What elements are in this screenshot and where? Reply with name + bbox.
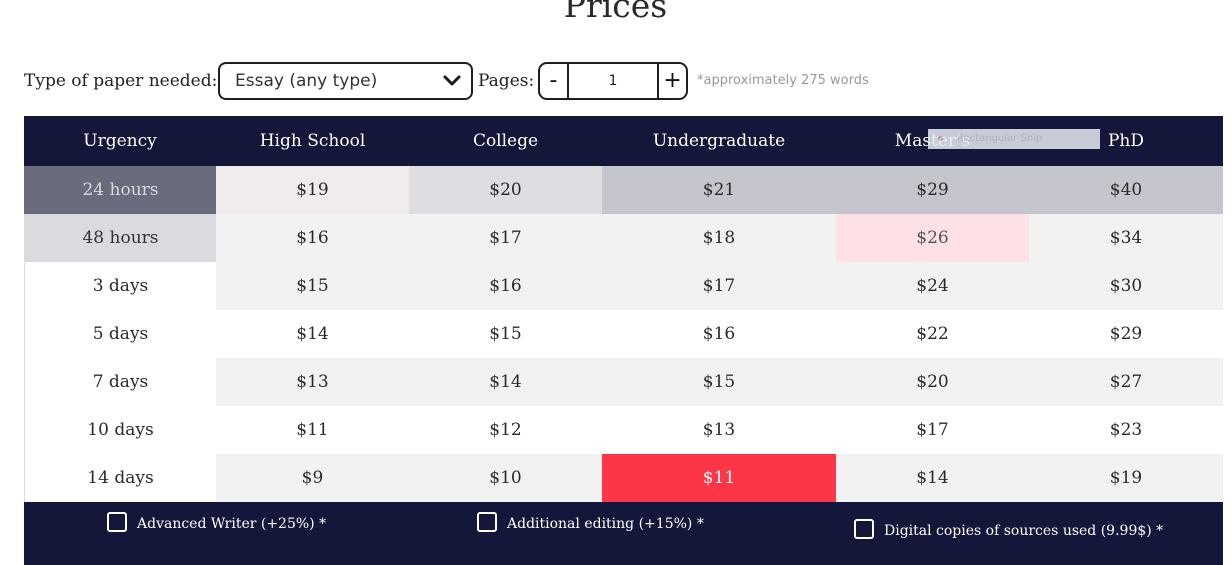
addon-digital-copies[interactable]: Digital copies of sources used (9.99$) * bbox=[854, 519, 1164, 542]
addons-bar: Advanced Writer (+25%) * Additional edit… bbox=[24, 502, 1223, 565]
price-cell[interactable]: $24 bbox=[836, 262, 1029, 310]
paper-type-label: Type of paper needed: bbox=[24, 71, 218, 91]
price-cell[interactable]: $11 bbox=[216, 406, 409, 454]
table-row: 14 days $9 $10 $11 $14 $19 bbox=[24, 454, 1223, 502]
header-undergraduate: Undergraduate bbox=[652, 131, 786, 151]
table-row: 5 days $14 $15 $16 $22 $29 bbox=[24, 310, 1223, 358]
price-cell[interactable]: $21 bbox=[602, 166, 836, 214]
addon-label: Advanced Writer (+25%) * bbox=[137, 516, 327, 532]
price-cell[interactable]: $9 bbox=[216, 454, 409, 502]
header-high-school: High School bbox=[259, 131, 366, 151]
checkbox-icon[interactable] bbox=[107, 512, 127, 532]
pages-label: Pages: bbox=[478, 71, 535, 91]
price-cell[interactable]: $23 bbox=[1029, 406, 1223, 454]
price-cell[interactable]: $16 bbox=[602, 310, 836, 358]
pages-input[interactable]: 1 bbox=[569, 64, 657, 98]
snip-label: Rectangular Snip bbox=[957, 133, 1043, 144]
price-cell[interactable]: $13 bbox=[216, 358, 409, 406]
price-cell[interactable]: $15 bbox=[216, 262, 409, 310]
price-cell[interactable]: $17 bbox=[602, 262, 836, 310]
pages-increment-button[interactable]: + bbox=[657, 64, 686, 98]
paper-type-select[interactable]: Essay (any type) bbox=[218, 62, 473, 100]
table-row: 7 days $13 $14 $15 $20 $27 bbox=[24, 358, 1223, 406]
price-cell[interactable]: $29 bbox=[836, 166, 1029, 214]
addon-label: Digital copies of sources used (9.99$) * bbox=[884, 523, 1164, 539]
price-cell[interactable]: $34 bbox=[1029, 214, 1223, 262]
price-cell[interactable]: $18 bbox=[602, 214, 836, 262]
price-cell[interactable]: $16 bbox=[216, 214, 409, 262]
price-cell[interactable]: $13 bbox=[602, 406, 836, 454]
paper-type-value: Essay (any type) bbox=[235, 71, 378, 91]
price-cell[interactable]: $17 bbox=[409, 214, 602, 262]
price-cell[interactable]: $19 bbox=[216, 166, 409, 214]
urgency-cell[interactable]: 7 days bbox=[24, 358, 216, 406]
price-cell[interactable]: $15 bbox=[602, 358, 836, 406]
price-cell[interactable]: $16 bbox=[409, 262, 602, 310]
pages-stepper: - 1 + bbox=[538, 62, 688, 100]
pages-decrement-button[interactable]: - bbox=[540, 64, 569, 98]
price-cell[interactable]: $20 bbox=[836, 358, 1029, 406]
table-row: 48 hours $16 $17 $18 $26 $34 bbox=[24, 214, 1223, 262]
price-cell[interactable]: $14 bbox=[409, 358, 602, 406]
price-cell[interactable]: $14 bbox=[836, 454, 1029, 502]
price-cell[interactable]: $20 bbox=[409, 166, 602, 214]
header-college: College bbox=[472, 131, 539, 151]
price-cell[interactable]: $15 bbox=[409, 310, 602, 358]
urgency-cell[interactable]: 24 hours bbox=[24, 166, 216, 214]
urgency-cell[interactable]: 5 days bbox=[24, 310, 216, 358]
price-cell[interactable]: $27 bbox=[1029, 358, 1223, 406]
price-cell[interactable]: $40 bbox=[1029, 166, 1223, 214]
urgency-cell[interactable]: 10 days bbox=[24, 406, 216, 454]
urgency-cell[interactable]: 14 days bbox=[24, 454, 216, 502]
price-cell[interactable]: $12 bbox=[409, 406, 602, 454]
words-note: *approximately 275 words bbox=[697, 73, 869, 88]
price-cell[interactable]: $17 bbox=[836, 406, 1029, 454]
addon-additional-editing[interactable]: Additional editing (+15%) * bbox=[477, 512, 704, 535]
price-cell[interactable]: $10 bbox=[409, 454, 602, 502]
page-title: Prices bbox=[563, 0, 668, 25]
urgency-cell[interactable]: 3 days bbox=[24, 262, 216, 310]
header-urgency: Urgency bbox=[83, 131, 157, 151]
addon-label: Additional editing (+15%) * bbox=[507, 516, 704, 532]
price-cell[interactable]: $14 bbox=[216, 310, 409, 358]
snipping-tool-tooltip: Rectangular Snip bbox=[928, 129, 1100, 149]
table-row: 3 days $15 $16 $17 $24 $30 bbox=[24, 262, 1223, 310]
snip-dot-icon bbox=[938, 135, 943, 141]
price-cell-selected[interactable]: $11 bbox=[602, 454, 836, 502]
addon-advanced-writer[interactable]: Advanced Writer (+25%) * bbox=[107, 512, 327, 535]
urgency-cell[interactable]: 48 hours bbox=[24, 214, 216, 262]
price-cell[interactable]: $30 bbox=[1029, 262, 1223, 310]
table-row: 10 days $11 $12 $13 $17 $23 bbox=[24, 406, 1223, 454]
price-cell[interactable]: $22 bbox=[836, 310, 1029, 358]
price-table: Urgency High School College Undergraduat… bbox=[24, 116, 1223, 502]
checkbox-icon[interactable] bbox=[477, 512, 497, 532]
table-row: 24 hours $19 $20 $21 $29 $40 bbox=[24, 166, 1223, 214]
price-cell-hovered[interactable]: $26 bbox=[836, 214, 1029, 262]
price-cell[interactable]: $29 bbox=[1029, 310, 1223, 358]
price-cell[interactable]: $19 bbox=[1029, 454, 1223, 502]
checkbox-icon[interactable] bbox=[854, 519, 874, 539]
chevron-down-icon bbox=[443, 75, 461, 86]
